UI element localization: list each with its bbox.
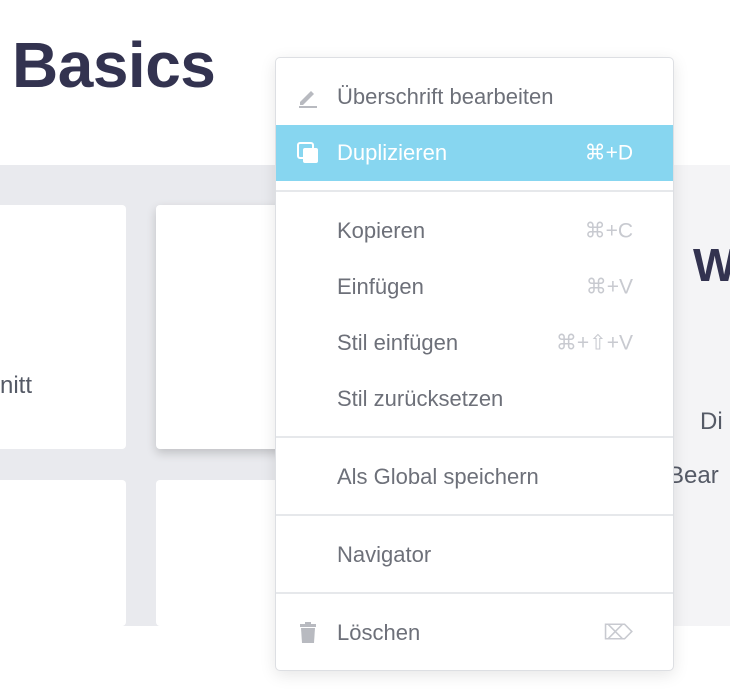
delete-key-icon: ⌦ [603, 621, 633, 645]
menu-item-shortcut: ⌘+C [584, 219, 633, 243]
menu-item-paste-style[interactable]: Stil einfügen ⌘+⇧+V [276, 315, 673, 371]
menu-item-copy[interactable]: Kopieren ⌘+C [276, 203, 673, 259]
menu-item-label: Löschen [337, 620, 421, 645]
menu-item-label: Als Global speichern [337, 464, 539, 489]
menu-item-label: Duplizieren [337, 140, 448, 165]
context-menu: Überschrift bearbeiten Duplizieren ⌘+D K… [275, 57, 674, 671]
menu-divider [276, 514, 673, 516]
menu-item-paste[interactable]: Einfügen ⌘+V [276, 259, 673, 315]
menu-item-navigator[interactable]: Navigator [276, 527, 673, 583]
menu-item-label: Navigator [337, 542, 432, 567]
menu-item-label: Kopieren [337, 218, 426, 243]
menu-item-shortcut: ⌘+D [584, 141, 633, 165]
menu-item-label: Einfügen [337, 274, 424, 299]
menu-item-shortcut: ⌘+⇧+V [555, 331, 633, 355]
menu-item-shortcut: ⌘+V [585, 275, 633, 299]
menu-divider [276, 190, 673, 192]
menu-item-edit-heading[interactable]: Überschrift bearbeiten [276, 69, 673, 125]
widget-card[interactable] [0, 205, 126, 449]
page-title: Basics [12, 29, 216, 101]
menu-divider [276, 592, 673, 594]
pencil-icon [296, 85, 320, 109]
menu-item-label: Stil einfügen [337, 330, 459, 355]
preview-panel [672, 165, 730, 626]
preview-heading: W [693, 239, 730, 291]
widget-card-label: nitt [0, 372, 33, 399]
widget-card[interactable] [0, 480, 126, 626]
menu-item-delete[interactable]: Löschen ⌦ [276, 605, 673, 661]
preview-text: Bear [668, 462, 719, 489]
menu-divider [276, 436, 673, 438]
menu-item-label: Überschrift bearbeiten [337, 84, 554, 109]
preview-text: Di [700, 408, 723, 435]
duplicate-icon [296, 141, 320, 165]
menu-item-save-global[interactable]: Als Global speichern [276, 449, 673, 505]
menu-item-reset-style[interactable]: Stil zurücksetzen [276, 371, 673, 427]
menu-item-label: Stil zurücksetzen [337, 386, 504, 411]
menu-item-duplicate[interactable]: Duplizieren ⌘+D [276, 125, 673, 181]
trash-icon [296, 621, 320, 645]
